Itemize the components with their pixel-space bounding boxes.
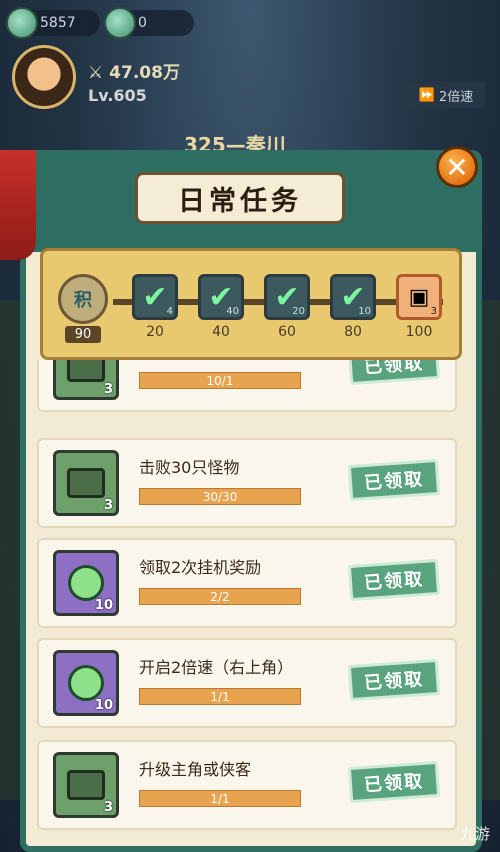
claimed-button[interactable]: 已领取 (347, 760, 441, 804)
task-progress-bar: 2/2 (139, 588, 301, 605)
watermark: 九游 (459, 825, 490, 843)
jade-currency-icon (104, 7, 136, 39)
score-value: 90 (64, 326, 102, 343)
swords-icon: ⚔ (88, 63, 110, 83)
red-ribbon-decoration (0, 150, 36, 260)
milestone-reward-box[interactable]: ✔ 10 (330, 274, 376, 320)
jade-icon[interactable]: 10 (53, 650, 119, 716)
task-progress-bar: 10/1 (139, 372, 301, 389)
task-row: 3 升级主角或侠客 1/1 已领取 (37, 740, 457, 830)
task-name: 领取2次挂机奖励 (139, 558, 262, 577)
resource-counter-1[interactable]: 5857 (6, 7, 100, 39)
combat-power: ⚔ 47.08万 (88, 63, 180, 83)
claimed-button[interactable]: 已领取 (347, 558, 441, 602)
reward-count: 10 (94, 598, 113, 613)
task-row: 10 领取2次挂机奖励 2/2 已领取 (37, 538, 457, 628)
task-progress-bar: 1/1 (139, 688, 301, 705)
jade-icon[interactable]: 10 (53, 550, 119, 616)
treasure-chest-icon: ▣ (408, 284, 430, 310)
reward-count: 40 (226, 306, 239, 317)
reward-count: 10 (358, 306, 371, 317)
milestone-40[interactable]: ✔ 40 40 (198, 274, 244, 340)
check-icon: ✔ (142, 279, 168, 315)
milestone-label: 20 (146, 324, 164, 340)
milestone-100[interactable]: ▣ 3 100 (396, 274, 442, 340)
milestone-reward-box[interactable]: ✔ 4 (132, 274, 178, 320)
reward-count: 10 (94, 698, 113, 713)
reward-count: 3 (430, 306, 437, 317)
milestone-chest-box[interactable]: ▣ 3 (396, 274, 442, 320)
task-row: 10 开启2倍速（右上角） 1/1 已领取 (37, 638, 457, 728)
task-row: 3 击败30只怪物 30/30 已领取 (37, 438, 457, 528)
close-button[interactable]: ✕ (436, 146, 478, 188)
claimed-button[interactable]: 已领取 (347, 458, 441, 502)
reward-count: 20 (292, 306, 305, 317)
reward-count: 3 (103, 382, 113, 397)
claimed-button[interactable]: 已领取 (347, 658, 441, 702)
player-avatar[interactable] (12, 45, 76, 109)
activity-score: 积 90 (58, 274, 108, 343)
jade-currency-icon (6, 7, 38, 39)
milestone-label: 40 (212, 324, 230, 340)
speed-toggle-button[interactable]: ⏩ 2倍速 (406, 82, 486, 108)
task-name: 击败30只怪物 (139, 458, 240, 477)
reward-count: 4 (166, 306, 173, 317)
resource-counter-2[interactable]: 0 (104, 7, 194, 39)
milestone-20[interactable]: ✔ 4 20 (132, 274, 178, 340)
fast-forward-icon: ⏩ (418, 87, 435, 103)
chest-icon[interactable]: 3 (53, 752, 119, 818)
task-row: 3 10/1 已领取 (37, 360, 457, 412)
milestone-reward-box[interactable]: ✔ 40 (198, 274, 244, 320)
task-list[interactable]: 3 10/1 已领取 3 击败30只怪物 30/30 已领取 10 领取2次挂机… (37, 360, 457, 852)
milestone-label: 100 (405, 324, 433, 340)
score-icon: 积 (58, 274, 108, 324)
panel-title: 日常任务 (135, 172, 345, 224)
task-progress-bar: 30/30 (139, 488, 301, 505)
resource-2-value: 0 (138, 15, 147, 31)
milestone-label: 60 (278, 324, 296, 340)
milestone-label: 80 (344, 324, 362, 340)
reward-count: 3 (103, 800, 113, 815)
task-name: 升级主角或侠客 (139, 760, 252, 779)
resource-1-value: 5857 (40, 15, 76, 31)
claimed-button[interactable]: 已领取 (347, 360, 441, 386)
task-progress-bar: 1/1 (139, 790, 301, 807)
task-name: 开启2倍速（右上角） (139, 658, 294, 677)
chest-icon[interactable]: 3 (53, 360, 119, 400)
milestone-80[interactable]: ✔ 10 80 (330, 274, 376, 340)
player-level: Lv.605 (88, 86, 147, 105)
chest-icon[interactable]: 3 (53, 450, 119, 516)
milestone-reward-box[interactable]: ✔ 20 (264, 274, 310, 320)
milestone-60[interactable]: ✔ 20 60 (264, 274, 310, 340)
reward-count: 3 (103, 498, 113, 513)
